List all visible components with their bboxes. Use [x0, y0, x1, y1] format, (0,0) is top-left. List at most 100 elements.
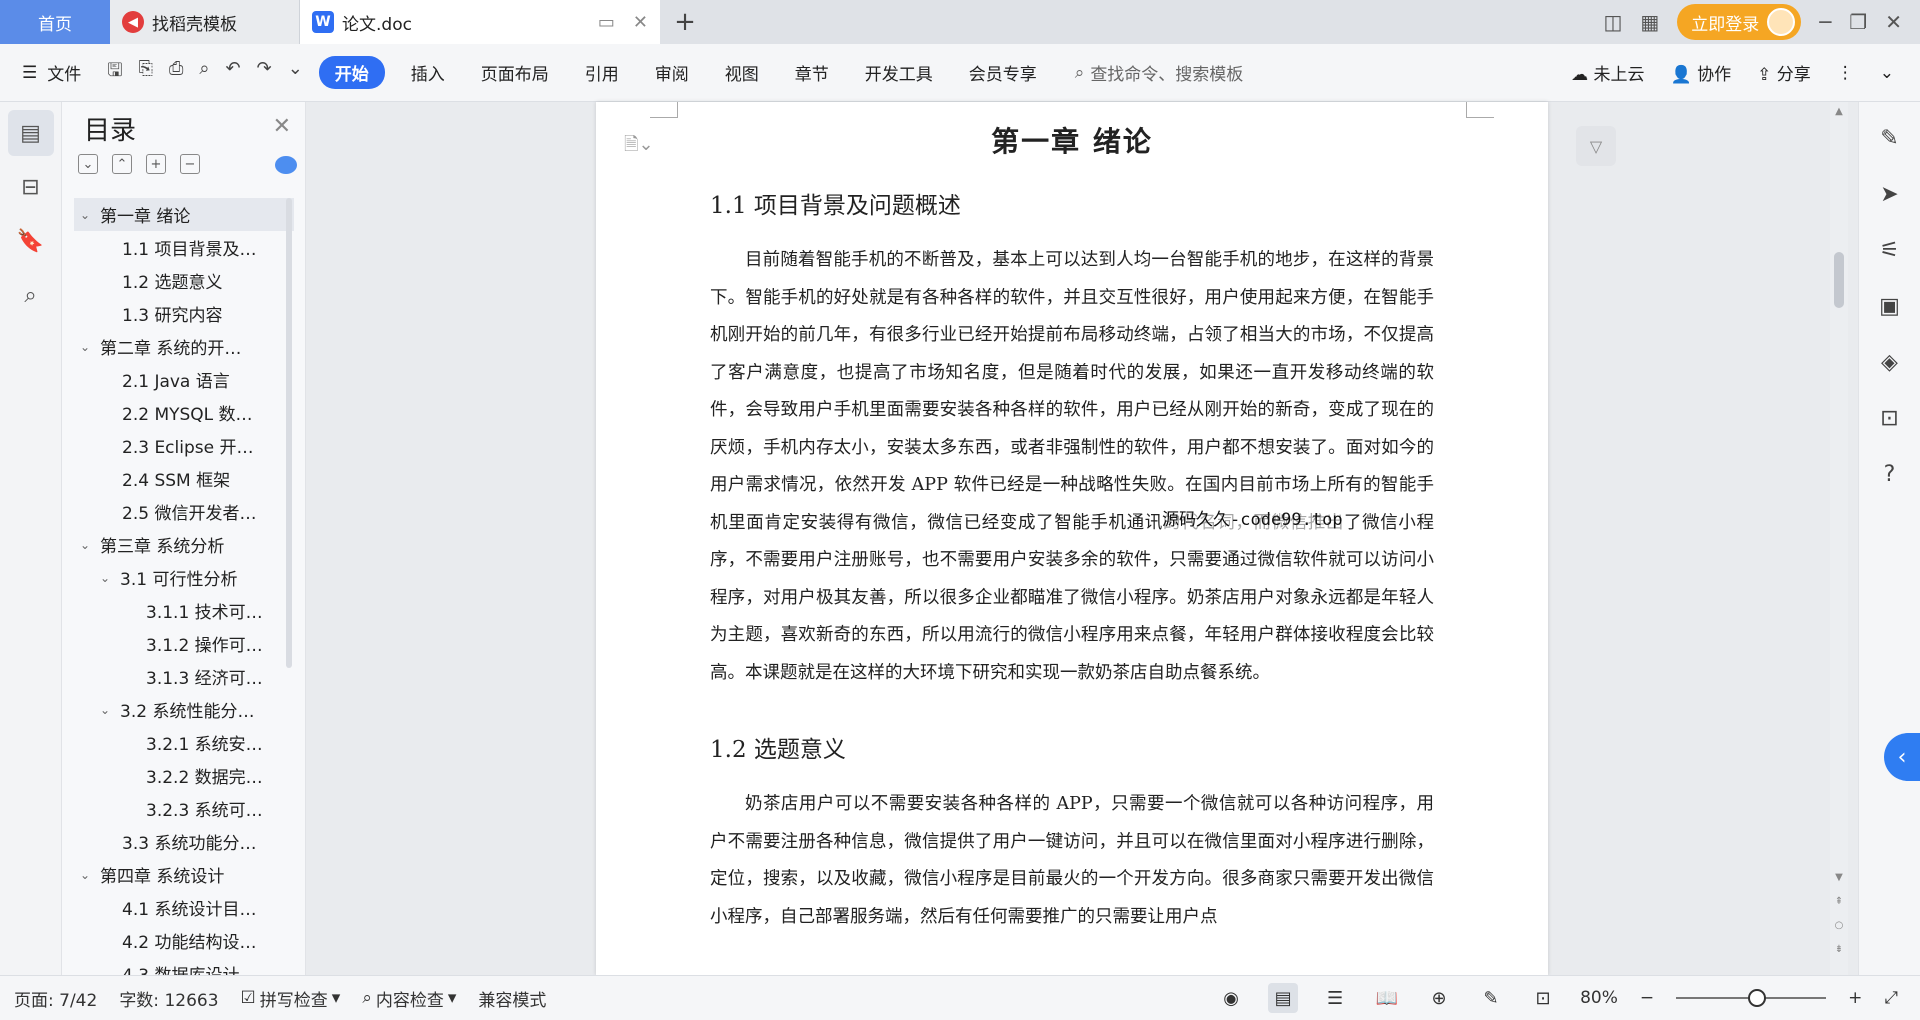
fit-page-icon[interactable]: ⊡ [1528, 983, 1558, 1013]
layout-icon[interactable]: ◫ [1603, 10, 1622, 34]
toc-item[interactable]: ⌄ 3.2 系统性能分… [74, 693, 294, 726]
chevron-down-icon[interactable]: ⌄ [80, 538, 100, 552]
content-check-button[interactable]: ⌕ 内容检查 ▾ [362, 986, 456, 1011]
minimize-icon[interactable]: ─ [1819, 10, 1831, 34]
smart-toc-icon[interactable] [275, 156, 297, 174]
undo-icon[interactable]: ↶ [226, 58, 241, 88]
chapter-nav-icon[interactable]: ⊟ [8, 164, 54, 210]
close-toc-icon[interactable]: ✕ [273, 114, 291, 139]
toc-panel-icon[interactable]: ▤ [7, 110, 54, 156]
menu-insert[interactable]: 插入 [393, 60, 463, 85]
find-icon[interactable]: ⌕ [8, 272, 54, 318]
toc-item[interactable]: ⌄ 3.1 可行性分析 [74, 561, 294, 594]
menu-start[interactable]: 开始 [318, 56, 385, 89]
menu-view[interactable]: 视图 [707, 60, 777, 85]
zoom-level[interactable]: 80% [1580, 988, 1618, 1008]
print-icon[interactable]: ⎙ [169, 58, 183, 88]
toc-item[interactable]: 3.3 系统功能分… [74, 825, 294, 858]
menu-review[interactable]: 审阅 [637, 60, 707, 85]
toc-scrollbar[interactable] [286, 198, 292, 668]
wallet-icon[interactable]: ▣ [1870, 286, 1910, 326]
float-window-icon[interactable]: ▭ [598, 12, 615, 33]
new-tab-button[interactable]: + [660, 0, 710, 44]
bookmark-icon[interactable]: 🔖 [8, 218, 54, 264]
apps-grid-icon[interactable]: ▦ [1640, 10, 1659, 34]
print-preview-icon[interactable]: ⌕ [199, 58, 209, 88]
collaborate-button[interactable]: 👤 协作 [1671, 60, 1732, 85]
toc-item[interactable]: 3.2.2 数据完… [74, 759, 294, 792]
toc-item[interactable]: 1.3 研究内容 [74, 297, 294, 330]
write-view-icon[interactable]: ✎ [1476, 983, 1506, 1013]
zoom-in-icon[interactable]: + [1848, 988, 1862, 1008]
toc-item[interactable]: 3.1.2 操作可… [74, 627, 294, 660]
scroll-up-icon[interactable]: ▲ [1830, 106, 1848, 117]
login-button[interactable]: 立即登录 [1677, 4, 1802, 40]
more-icon[interactable]: ⋮ [1837, 63, 1854, 83]
chevron-down-icon[interactable]: ⌄ [100, 571, 120, 585]
collapse-all-icon[interactable]: ⌃ [112, 154, 132, 174]
more-quick-actions-icon[interactable]: ⌄ [288, 58, 303, 88]
toc-item[interactable]: ⌄ 第一章 绪论 [74, 198, 294, 231]
expand-all-icon[interactable]: ⌄ [78, 154, 98, 174]
command-search[interactable]: ⌕ 查找命令、搜索模板 [1075, 60, 1244, 86]
toc-item[interactable]: 2.3 Eclipse 开… [74, 429, 294, 462]
menu-developer[interactable]: 开发工具 [847, 60, 951, 85]
menu-page-layout[interactable]: 页面布局 [463, 60, 567, 85]
close-tab-icon[interactable]: ✕ [633, 12, 648, 33]
page-menu-icon[interactable]: 🗎⌄ [624, 132, 654, 162]
redo-icon[interactable]: ↷ [257, 58, 272, 88]
outline-view-icon[interactable]: ☰ [1320, 983, 1350, 1013]
menu-member[interactable]: 会员专享 [951, 60, 1055, 85]
next-page-icon[interactable]: ⇟ [1830, 944, 1848, 955]
tab-home[interactable]: 首页 [0, 0, 110, 44]
scroll-thumb[interactable] [1834, 252, 1844, 308]
toc-item[interactable]: ⌄ 第三章 系统分析 [74, 528, 294, 561]
reading-icon[interactable]: ⊡ [1870, 398, 1910, 438]
menu-references[interactable]: 引用 [567, 60, 637, 85]
chevron-down-icon[interactable]: ⌄ [100, 703, 120, 717]
save-icon[interactable]: 🖫 [107, 58, 122, 88]
share-button[interactable]: ⇪ 分享 [1757, 60, 1811, 85]
web-view-icon[interactable]: ⊕ [1424, 983, 1454, 1013]
toc-item[interactable]: 1.1 项目背景及… [74, 231, 294, 264]
add-heading-icon[interactable]: + [146, 154, 166, 174]
word-count[interactable]: 字数: 12663 [119, 986, 218, 1011]
toc-item[interactable]: ⌄ 第四章 系统设计 [74, 858, 294, 891]
chevron-down-icon[interactable]: ⌄ [80, 208, 100, 222]
adjust-icon[interactable]: ⚟ [1870, 230, 1910, 270]
toc-item[interactable]: 4.2 功能结构设… [74, 924, 294, 957]
zoom-slider[interactable] [1676, 989, 1827, 1007]
page-counter[interactable]: 页面: 7/42 [14, 986, 97, 1011]
tab-document[interactable]: W 论文.doc ▭ ✕ [300, 0, 660, 44]
document-page[interactable]: 🗎⌄ 第一章 绪论 1.1 项目背景及问题概述 目前随着智能手机的不断普及，基本… [596, 102, 1548, 975]
toc-item[interactable]: 3.1.1 技术可… [74, 594, 294, 627]
select-browse-icon[interactable]: ○ [1830, 920, 1848, 931]
cloud-status-button[interactable]: ☁ 未上云 [1571, 60, 1644, 85]
zoom-out-icon[interactable]: − [1640, 988, 1654, 1008]
remove-heading-icon[interactable]: − [180, 154, 200, 174]
eye-protection-icon[interactable]: ◉ [1216, 983, 1246, 1013]
zoom-slider-knob[interactable] [1748, 989, 1767, 1007]
scroll-down-icon[interactable]: ▼ [1830, 872, 1848, 883]
compass-icon[interactable]: ◈ [1870, 342, 1910, 382]
toc-item[interactable]: 3.2.3 系统可… [74, 792, 294, 825]
chevron-down-icon[interactable]: ⌄ [80, 340, 100, 354]
toc-item[interactable]: 2.5 微信开发者… [74, 495, 294, 528]
file-menu[interactable]: ☰ 文件 [22, 60, 81, 86]
collapse-ribbon-icon[interactable]: ⌄ [1880, 63, 1894, 83]
page-view-icon[interactable]: ▤ [1268, 983, 1299, 1013]
toc-item[interactable]: 3.2.1 系统安… [74, 726, 294, 759]
pen-icon[interactable]: ✎ [1870, 118, 1910, 158]
prev-page-icon[interactable]: ⇞ [1830, 896, 1848, 907]
help-icon[interactable]: ? [1870, 454, 1910, 494]
spell-check-button[interactable]: ☑ 拼写检查 ▾ [241, 986, 341, 1011]
toc-item[interactable]: 2.1 Java 语言 [74, 363, 294, 396]
tab-template[interactable]: ◀ 找稻壳模板 [110, 0, 300, 44]
toc-item[interactable]: 1.2 选题意义 [74, 264, 294, 297]
fullscreen-icon[interactable]: ⤢ [1884, 988, 1898, 1008]
export-pdf-icon[interactable]: ⎘ [139, 58, 153, 88]
close-window-icon[interactable]: ✕ [1885, 10, 1902, 34]
select-pointer-icon[interactable]: ➤ [1870, 174, 1910, 214]
vertical-scrollbar[interactable]: ▲ ▼ ⇞ ○ ⇟ [1830, 102, 1848, 975]
toc-item[interactable]: 2.2 MYSQL 数… [74, 396, 294, 429]
